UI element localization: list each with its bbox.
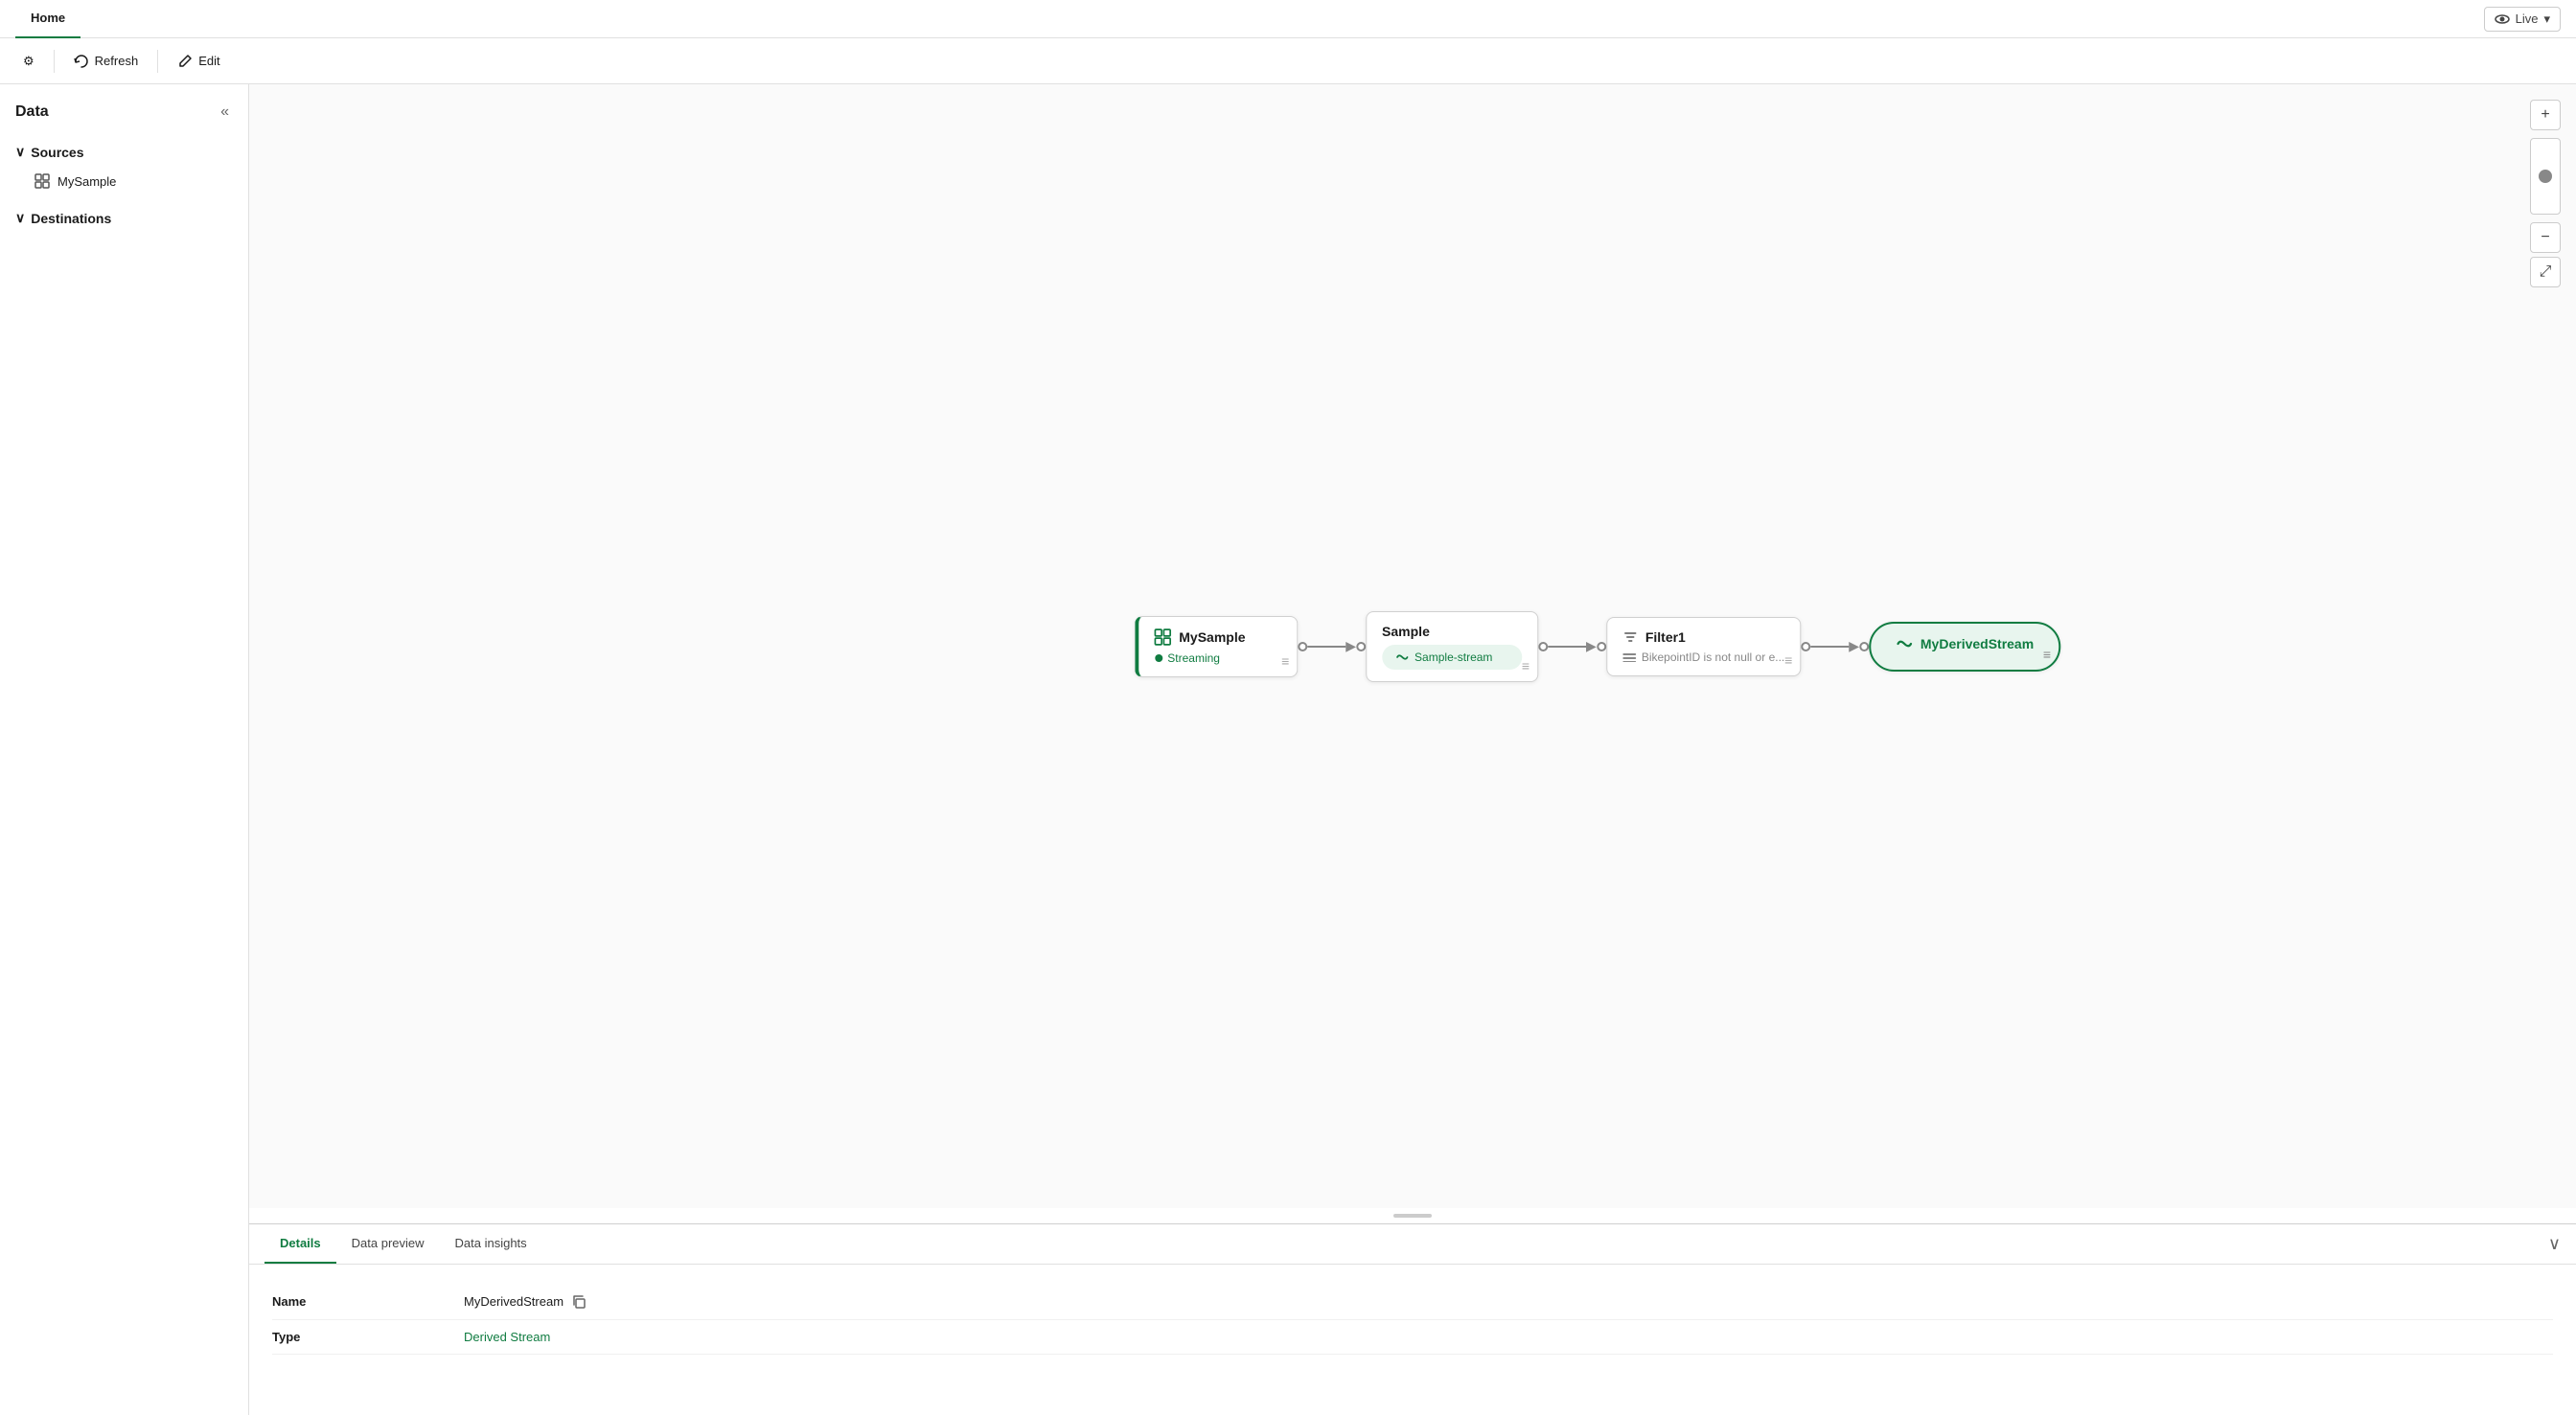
grid-icon bbox=[34, 173, 50, 189]
destinations-label: Destinations bbox=[31, 211, 111, 226]
connector-dot-2 bbox=[1356, 642, 1366, 651]
flow-diagram: MySample Streaming ≡ ▶ bbox=[1135, 611, 2060, 682]
node-mysample-title: MySample bbox=[1154, 628, 1281, 646]
connector-line-2 bbox=[1548, 646, 1586, 648]
connector-line-3 bbox=[1810, 646, 1849, 648]
connector-dot-1 bbox=[1298, 642, 1307, 651]
fit-button[interactable]: ⤢ bbox=[2530, 257, 2561, 287]
mysample-label: MySample bbox=[58, 174, 116, 189]
bottom-panel: Details Data preview Data insights ∨ Nam… bbox=[249, 1223, 2576, 1415]
derived-stream-icon bbox=[1896, 635, 1913, 652]
node-dest-menu[interactable]: ≡ bbox=[2043, 647, 2051, 662]
main-layout: Data « ∨ Sources MySample ∨ Destina bbox=[0, 84, 2576, 1415]
home-tab[interactable]: Home bbox=[15, 0, 80, 38]
tab-data-insights[interactable]: Data insights bbox=[440, 1224, 542, 1264]
canvas-wrapper: MySample Streaming ≡ ▶ bbox=[249, 84, 2576, 1415]
canvas-controls: + − ⤢ bbox=[2530, 100, 2561, 287]
tab-data-preview[interactable]: Data preview bbox=[336, 1224, 440, 1264]
destinations-section: ∨ Destinations bbox=[0, 198, 248, 238]
connector-2: ▶ bbox=[1538, 638, 1606, 654]
edit-icon bbox=[177, 54, 193, 69]
panel-drag-handle[interactable] bbox=[1393, 1214, 1432, 1218]
gear-button[interactable]: ⚙ bbox=[12, 48, 46, 75]
detail-row-type: Type Derived Stream bbox=[272, 1320, 2553, 1355]
copy-svg-icon bbox=[571, 1294, 586, 1310]
connector-line-1 bbox=[1307, 646, 1346, 648]
gear-icon: ⚙ bbox=[23, 54, 34, 69]
toolbar: ⚙ Refresh Edit bbox=[0, 38, 2576, 84]
live-label: Live bbox=[2516, 11, 2539, 26]
destinations-header[interactable]: ∨ Destinations bbox=[0, 202, 248, 234]
bottom-panel-content: Name MyDerivedStream Type Derived Stre bbox=[249, 1265, 2576, 1374]
connector-3: ▶ bbox=[1801, 638, 1869, 654]
bottom-panel-collapse-button[interactable]: ∨ bbox=[2548, 1234, 2561, 1254]
node-sample[interactable]: Sample Sample-stream ≡ bbox=[1366, 611, 1538, 682]
connector-1: ▶ bbox=[1298, 638, 1366, 654]
sources-label: Sources bbox=[31, 145, 83, 160]
tab-details[interactable]: Details bbox=[264, 1224, 336, 1264]
name-label: Name bbox=[272, 1294, 464, 1309]
sources-header[interactable]: ∨ Sources bbox=[0, 136, 248, 168]
eye-icon bbox=[2495, 11, 2510, 27]
node-myderivedstream-title: MyDerivedStream bbox=[1886, 635, 2043, 652]
top-nav: Home Live ▾ bbox=[0, 0, 2576, 38]
name-value: MyDerivedStream bbox=[464, 1293, 586, 1310]
node-mysample-menu[interactable]: ≡ bbox=[1281, 653, 1289, 669]
sidebar-collapse-button[interactable]: « bbox=[217, 100, 233, 125]
zoom-out-button[interactable]: − bbox=[2530, 222, 2561, 253]
connector-dot-5 bbox=[1801, 642, 1810, 651]
divider2 bbox=[157, 50, 158, 73]
connector-dot-4 bbox=[1597, 642, 1606, 651]
stream-icon bbox=[1395, 650, 1409, 664]
sidebar-title: Data bbox=[15, 103, 49, 121]
node-filter1-title: Filter1 bbox=[1622, 629, 1784, 645]
zoom-handle bbox=[2539, 170, 2552, 183]
copy-icon[interactable] bbox=[571, 1293, 586, 1310]
bottom-panel-tabs: Details Data preview Data insights ∨ bbox=[249, 1224, 2576, 1265]
status-icon bbox=[1154, 653, 1163, 663]
zoom-in-button[interactable]: + bbox=[2530, 100, 2561, 130]
edit-button[interactable]: Edit bbox=[166, 48, 231, 75]
node-filter1-menu[interactable]: ≡ bbox=[1784, 652, 1792, 668]
type-value: Derived Stream bbox=[464, 1330, 550, 1344]
filter-icon bbox=[1622, 629, 1638, 645]
sidebar: Data « ∨ Sources MySample ∨ Destina bbox=[0, 84, 249, 1415]
canvas[interactable]: MySample Streaming ≡ ▶ bbox=[249, 84, 2576, 1208]
sources-section: ∨ Sources MySample bbox=[0, 132, 248, 198]
grid-icon-node bbox=[1154, 628, 1171, 646]
node-mysample-status: Streaming bbox=[1154, 651, 1281, 665]
edit-label: Edit bbox=[198, 54, 219, 68]
chevron-down-icon: ▾ bbox=[2543, 11, 2550, 27]
node-mysample[interactable]: MySample Streaming ≡ bbox=[1135, 616, 1298, 677]
zoom-slider[interactable] bbox=[2530, 138, 2561, 215]
connector-dot-6 bbox=[1859, 642, 1869, 651]
panel-drag-handle-wrapper bbox=[249, 1208, 2576, 1223]
divider bbox=[54, 50, 55, 73]
type-label: Type bbox=[272, 1330, 464, 1344]
connector-dot-3 bbox=[1538, 642, 1548, 651]
refresh-button[interactable]: Refresh bbox=[62, 48, 150, 75]
node-filter1[interactable]: Filter1 BikepointID is not null or e... … bbox=[1606, 617, 1801, 676]
detail-row-name: Name MyDerivedStream bbox=[272, 1284, 2553, 1320]
chevron-destinations-icon: ∨ bbox=[15, 210, 25, 226]
refresh-label: Refresh bbox=[95, 54, 139, 68]
live-button[interactable]: Live ▾ bbox=[2484, 7, 2561, 32]
chevron-sources-icon: ∨ bbox=[15, 144, 25, 160]
filter-condition-icon bbox=[1622, 652, 1636, 662]
node-filter1-condition: BikepointID is not null or e... bbox=[1622, 650, 1784, 664]
node-sample-menu[interactable]: ≡ bbox=[1522, 658, 1530, 673]
node-sample-title: Sample bbox=[1382, 624, 1522, 639]
sidebar-item-mysample[interactable]: MySample bbox=[0, 168, 248, 194]
refresh-icon bbox=[74, 54, 89, 69]
sidebar-header: Data « bbox=[0, 84, 248, 132]
sample-stream-badge: Sample-stream bbox=[1382, 645, 1522, 670]
node-myderivedstream[interactable]: MyDerivedStream ≡ bbox=[1869, 622, 2060, 672]
